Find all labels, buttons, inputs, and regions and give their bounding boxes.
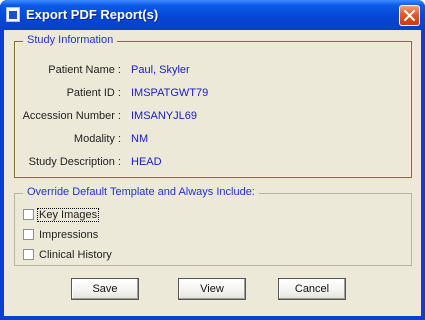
- patient-id-value: IMSPATGWT79: [131, 87, 209, 99]
- cancel-button[interactable]: Cancel: [278, 278, 346, 300]
- patient-name-value: Paul, Skyler: [131, 64, 190, 76]
- override-template-group: Override Default Template and Always Inc…: [14, 186, 412, 266]
- report-window-icon-bar: [9, 17, 17, 19]
- study-information-group: Study Information Patient Name : Paul, S…: [14, 34, 412, 178]
- patient-name-row: Patient Name : Paul, Skyler: [15, 62, 411, 78]
- clinical-history-checkbox[interactable]: [23, 249, 34, 260]
- patient-name-label: Patient Name :: [48, 64, 121, 76]
- view-button[interactable]: View: [178, 278, 246, 300]
- patient-id-label: Patient ID :: [66, 87, 121, 99]
- key-images-checkbox[interactable]: [23, 209, 34, 220]
- report-window-icon: [6, 7, 20, 22]
- impressions-label[interactable]: Impressions: [39, 228, 98, 242]
- dialog-body: Study Information Patient Name : Paul, S…: [4, 30, 421, 316]
- export-pdf-dialog: Export PDF Report(s) Study Information P…: [0, 0, 425, 320]
- study-description-label: Study Description :: [28, 156, 121, 168]
- title-bar[interactable]: Export PDF Report(s): [0, 0, 425, 30]
- accession-number-row: Accession Number : IMSANYJL69: [15, 108, 411, 124]
- modality-label: Modality :: [73, 133, 121, 145]
- modality-value: NM: [131, 133, 149, 145]
- modality-row: Modality : NM: [15, 131, 411, 147]
- impressions-checkbox[interactable]: [23, 229, 34, 240]
- study-information-legend: Study Information: [23, 34, 118, 46]
- patient-id-row: Patient ID : IMSPATGWT79: [15, 85, 411, 101]
- accession-number-value: IMSANYJL69: [131, 110, 198, 122]
- close-icon: [404, 10, 415, 21]
- close-button[interactable]: [399, 5, 420, 26]
- override-template-legend: Override Default Template and Always Inc…: [23, 186, 259, 198]
- window-title: Export PDF Report(s): [26, 7, 159, 22]
- study-description-value: HEAD: [131, 156, 162, 168]
- clinical-history-label[interactable]: Clinical History: [39, 248, 112, 262]
- save-button[interactable]: Save: [71, 278, 139, 300]
- key-images-label[interactable]: Key Images: [37, 208, 100, 222]
- accession-number-label: Accession Number :: [22, 110, 121, 122]
- study-description-row: Study Description : HEAD: [15, 154, 411, 170]
